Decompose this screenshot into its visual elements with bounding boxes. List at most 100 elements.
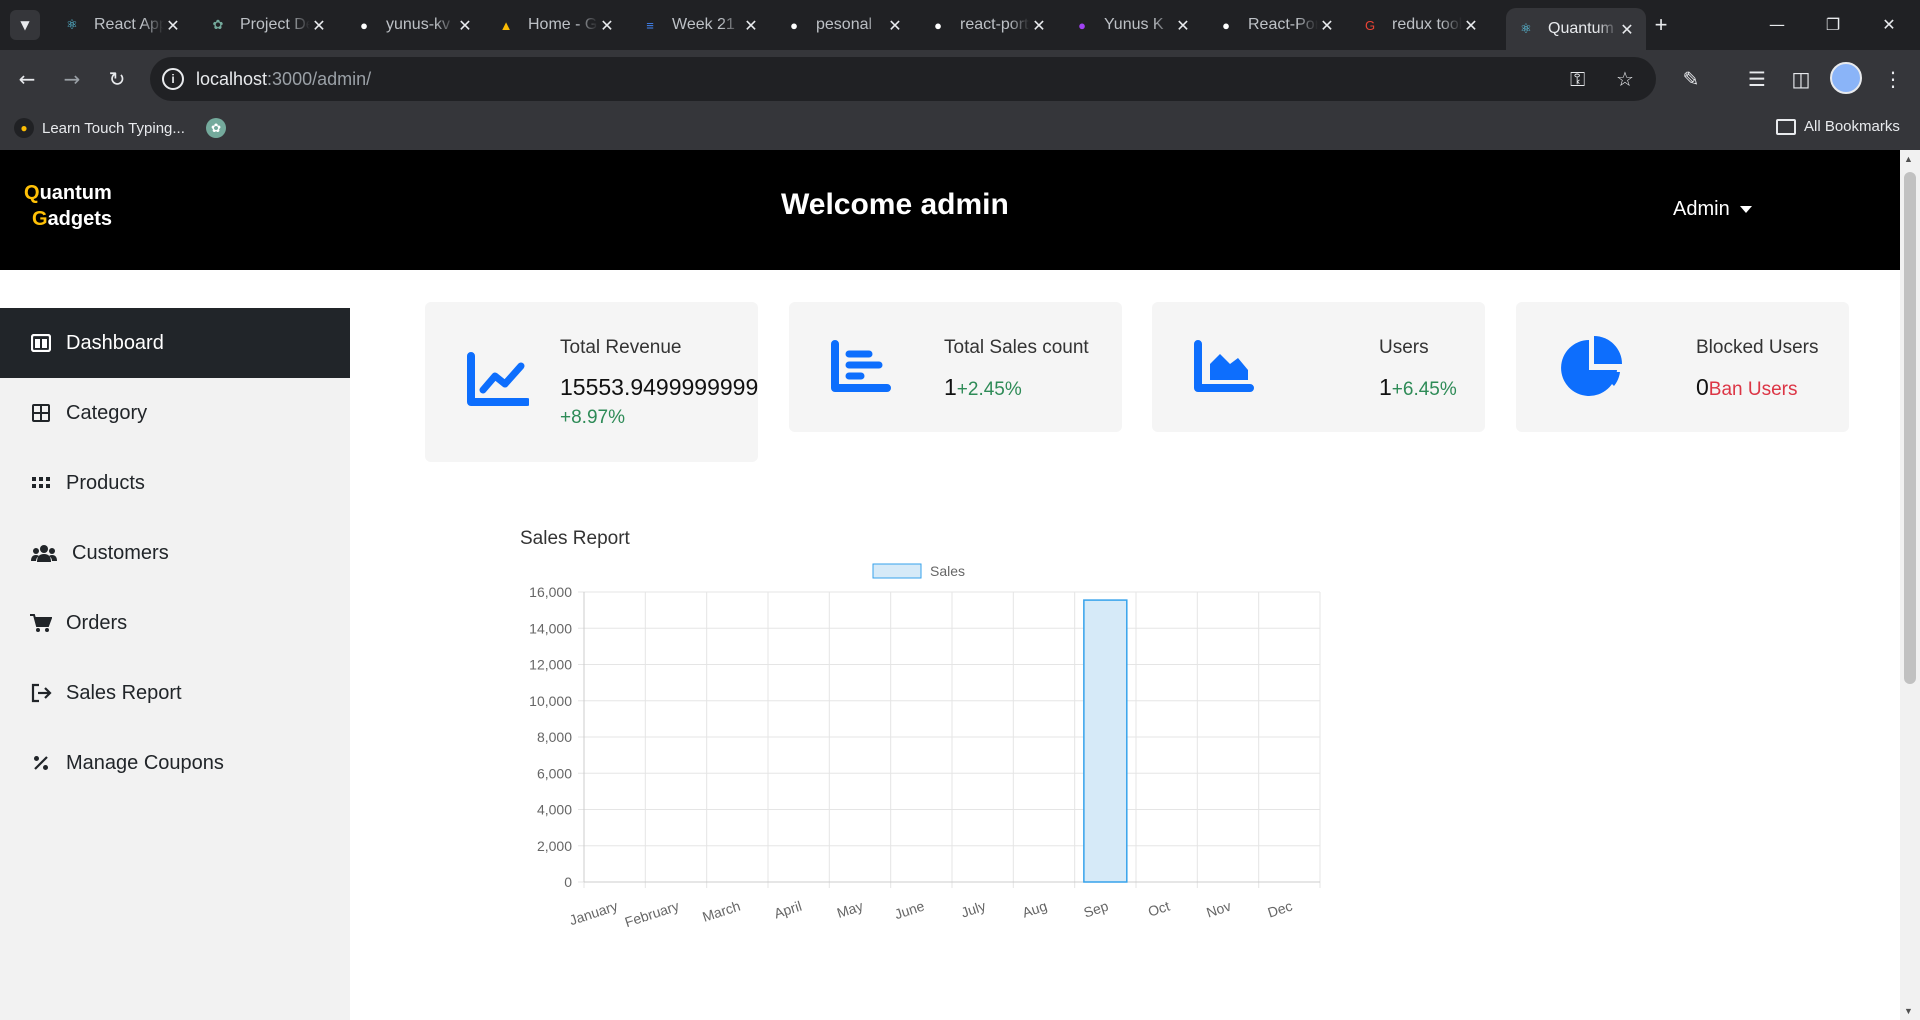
side-panel-icon[interactable]: ◫	[1784, 62, 1818, 96]
chart-title: Sales Report	[520, 528, 631, 549]
close-tab-icon[interactable]: ✕	[1618, 20, 1636, 39]
browser-tab[interactable]: ⚛ React App ✕	[52, 8, 192, 42]
browser-tab[interactable]: ● pesonal ✕	[774, 8, 914, 42]
ban-users-link[interactable]: Ban Users	[1709, 379, 1798, 400]
close-tab-icon[interactable]: ✕	[456, 16, 474, 35]
grid-icon	[30, 402, 52, 424]
close-tab-icon[interactable]: ✕	[742, 16, 760, 35]
sidebar-item-sales-report[interactable]: Sales Report	[0, 658, 350, 728]
card-value: 15553.949999999997	[560, 374, 758, 400]
card-value: 1	[944, 374, 957, 400]
logo-q: Q	[24, 182, 40, 204]
browser-tab[interactable]: ● react-portfolio✕	[918, 8, 1058, 42]
dots-grid-icon	[30, 472, 52, 494]
new-tab-button[interactable]: +	[1646, 10, 1676, 40]
browser-tab[interactable]: ● React-Portfolio✕	[1206, 8, 1346, 42]
bookmark-chatgpt[interactable]: ✿	[206, 118, 226, 138]
card-value-row: 1+2.45%	[944, 374, 1022, 401]
media-control-icon[interactable]: ☰	[1740, 62, 1774, 96]
browser-tab[interactable]: ● Yunus K ✕	[1062, 8, 1202, 42]
tab-title: pesonal	[816, 16, 873, 33]
close-tab-icon[interactable]: ✕	[886, 16, 904, 35]
x-tick-label: Nov	[1204, 898, 1233, 921]
close-tab-icon[interactable]: ✕	[164, 16, 182, 35]
card-title: Blocked Users	[1696, 337, 1819, 358]
site-header: Quantum Gadgets Welcome admin Admin	[0, 150, 1900, 270]
users-icon	[30, 542, 58, 564]
all-bookmarks-folder[interactable]: All Bookmarks	[1776, 118, 1900, 135]
react-icon: ⚛	[1520, 21, 1532, 36]
sidebar-item-customers[interactable]: Customers	[0, 518, 350, 588]
tab-title: Quantum Gadgets	[1548, 20, 1618, 37]
browser-tab[interactable]: ▲ Home - Google Drive✕	[486, 8, 626, 42]
minimize-button[interactable]: —	[1752, 6, 1802, 42]
card-change: +2.45%	[956, 379, 1022, 400]
forward-icon[interactable]: →	[55, 62, 89, 96]
url-path: :3000/admin/	[267, 69, 372, 89]
github-icon: ●	[934, 17, 942, 33]
browser-tab[interactable]: ✿ Project Details✕	[198, 8, 338, 42]
sidebar-item-category[interactable]: Category	[0, 378, 350, 448]
sidebar: Dashboard Category Products Customers Or…	[0, 308, 350, 1020]
sign-out-icon	[30, 682, 52, 704]
close-tab-icon[interactable]: ✕	[1174, 16, 1192, 35]
tab-title: Week 21	[672, 16, 735, 33]
close-tab-icon[interactable]: ✕	[1318, 16, 1336, 35]
tab-title: React App	[94, 16, 164, 33]
restore-button[interactable]: ❐	[1808, 6, 1858, 42]
menu-icon[interactable]: ⋮	[1876, 62, 1910, 96]
total-sales-card: Total Sales count 1+2.45%	[789, 302, 1122, 432]
y-tick-label: 0	[564, 874, 572, 890]
profile-avatar[interactable]	[1830, 62, 1862, 94]
close-tab-icon[interactable]: ✕	[1462, 16, 1480, 35]
card-value-row: 0Ban Users	[1696, 374, 1798, 401]
scroll-down-icon[interactable]: ▼	[1904, 1006, 1913, 1016]
sidebar-item-label: Customers	[72, 541, 169, 564]
sidebar-item-orders[interactable]: Orders	[0, 588, 350, 658]
tab-search-button[interactable]: ▼	[10, 10, 40, 40]
back-icon[interactable]: ←	[10, 62, 44, 96]
browser-tab[interactable]: ⚛ Quantum Gadgets✕	[1506, 8, 1646, 50]
admin-dropdown[interactable]: Admin	[1673, 198, 1752, 221]
scroll-up-icon[interactable]: ▲	[1904, 154, 1913, 164]
x-tick-label: February	[623, 898, 681, 931]
blocked-users-card: Blocked Users 0Ban Users	[1516, 302, 1849, 432]
url-text[interactable]: localhost:3000/admin/	[196, 69, 371, 90]
bookmark-label: Learn Touch Typing...	[42, 119, 185, 137]
x-tick-label: March	[700, 898, 742, 925]
y-tick-label: 14,000	[529, 620, 572, 636]
bookmark-star-icon[interactable]: ☆	[1616, 67, 1634, 91]
browser-tab[interactable]: ≡ Week 21 ✕	[630, 8, 770, 42]
x-tick-label: April	[772, 898, 804, 922]
sidebar-item-manage-coupons[interactable]: Manage Coupons	[0, 728, 350, 798]
sidebar-item-products[interactable]: Products	[0, 448, 350, 518]
dashboard-icon	[30, 332, 52, 354]
close-tab-icon[interactable]: ✕	[1030, 16, 1048, 35]
site-info-icon[interactable]: i	[162, 68, 184, 90]
close-tab-icon[interactable]: ✕	[598, 16, 616, 35]
bar-chart-icon	[831, 340, 891, 399]
close-tab-icon[interactable]: ✕	[310, 16, 328, 35]
brand-logo[interactable]: Quantum Gadgets	[24, 180, 112, 232]
address-bar[interactable]: i localhost:3000/admin/ ⚿ ☆	[150, 57, 1656, 101]
card-title: Total Sales count	[944, 337, 1089, 358]
reload-icon[interactable]: ↻	[100, 62, 134, 96]
browser-tab[interactable]: ● yunus-kv ✕	[344, 8, 484, 42]
logo-g: G	[32, 208, 48, 230]
scrollbar-thumb[interactable]	[1904, 172, 1916, 684]
chatgpt-icon: ✿	[212, 17, 224, 32]
password-key-icon[interactable]: ⚿	[1570, 67, 1585, 91]
tab-title: React-Portfolio	[1248, 16, 1318, 33]
card-title: Users	[1379, 337, 1429, 358]
page-scrollbar[interactable]: ▲ ▼	[1900, 150, 1920, 1020]
tab-title: Project Details	[240, 16, 310, 33]
y-tick-label: 2,000	[537, 838, 572, 854]
extensions-icon[interactable]: ✎	[1674, 62, 1708, 96]
pie-chart-icon	[1560, 336, 1626, 403]
browser-toolbar: ← → ↻ i localhost:3000/admin/ ⚿ ☆ ✎ ☰ ◫ …	[0, 50, 1920, 108]
tab-title: react-portfolio	[960, 16, 1030, 33]
browser-tab[interactable]: Gredux toolkit✕	[1350, 8, 1490, 42]
bookmark-touch-typing[interactable]: ● Learn Touch Typing...	[14, 118, 185, 138]
close-window-button[interactable]: ✕	[1864, 6, 1914, 42]
sidebar-item-dashboard[interactable]: Dashboard	[0, 308, 350, 378]
